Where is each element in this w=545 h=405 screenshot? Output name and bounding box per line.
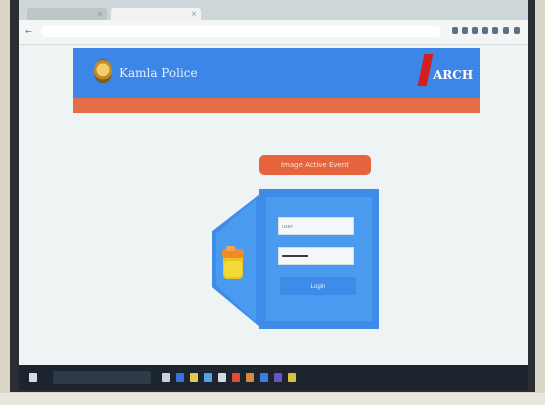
app-icon[interactable] — [232, 373, 240, 382]
app-icon[interactable] — [204, 373, 212, 382]
extension-icon[interactable] — [462, 27, 468, 34]
login-heading: Image Active Event — [259, 155, 371, 175]
close-tab-icon[interactable]: × — [97, 10, 103, 18]
extension-icon[interactable] — [503, 27, 509, 34]
password-mask — [282, 255, 308, 257]
police-emblem-icon — [94, 59, 112, 83]
app-icon[interactable] — [218, 373, 226, 382]
taskbar-search[interactable] — [53, 371, 151, 384]
app-icon[interactable] — [246, 373, 254, 382]
browser-toolbar: ← — [19, 20, 528, 45]
app-icon[interactable] — [274, 373, 282, 382]
extension-icon[interactable] — [482, 27, 488, 34]
login-button[interactable]: Login — [280, 277, 356, 295]
browser-tab-strip: × × — [19, 0, 528, 20]
web-page: Kamla Police ARCH Image Active Event use… — [19, 45, 528, 365]
extension-icon[interactable] — [452, 27, 458, 34]
menu-icon[interactable] — [514, 27, 520, 34]
start-icon[interactable] — [29, 373, 37, 382]
app-icon[interactable] — [288, 373, 296, 382]
site-title: Kamla Police — [119, 66, 198, 80]
screen: × × ← Kamla Police ARCH Image Active Eve… — [19, 0, 528, 390]
back-icon[interactable]: ← — [25, 27, 32, 36]
task-view-icon[interactable] — [162, 373, 170, 382]
browser-tab[interactable]: × — [27, 8, 107, 20]
browser-icon[interactable] — [176, 373, 184, 382]
header-stripe — [73, 98, 480, 113]
address-bar[interactable] — [41, 26, 441, 37]
folder-icon — [222, 246, 244, 279]
extension-icon[interactable] — [472, 27, 478, 34]
app-icon[interactable] — [260, 373, 268, 382]
monitor-base — [0, 393, 545, 405]
extension-icon[interactable] — [492, 27, 498, 34]
username-field[interactable]: user — [278, 217, 354, 235]
browser-tab-active[interactable]: × — [111, 8, 201, 20]
taskbar — [19, 365, 528, 390]
file-explorer-icon[interactable] — [190, 373, 198, 382]
close-tab-icon[interactable]: × — [191, 10, 197, 18]
brand-logo-text: ARCH — [433, 68, 474, 82]
